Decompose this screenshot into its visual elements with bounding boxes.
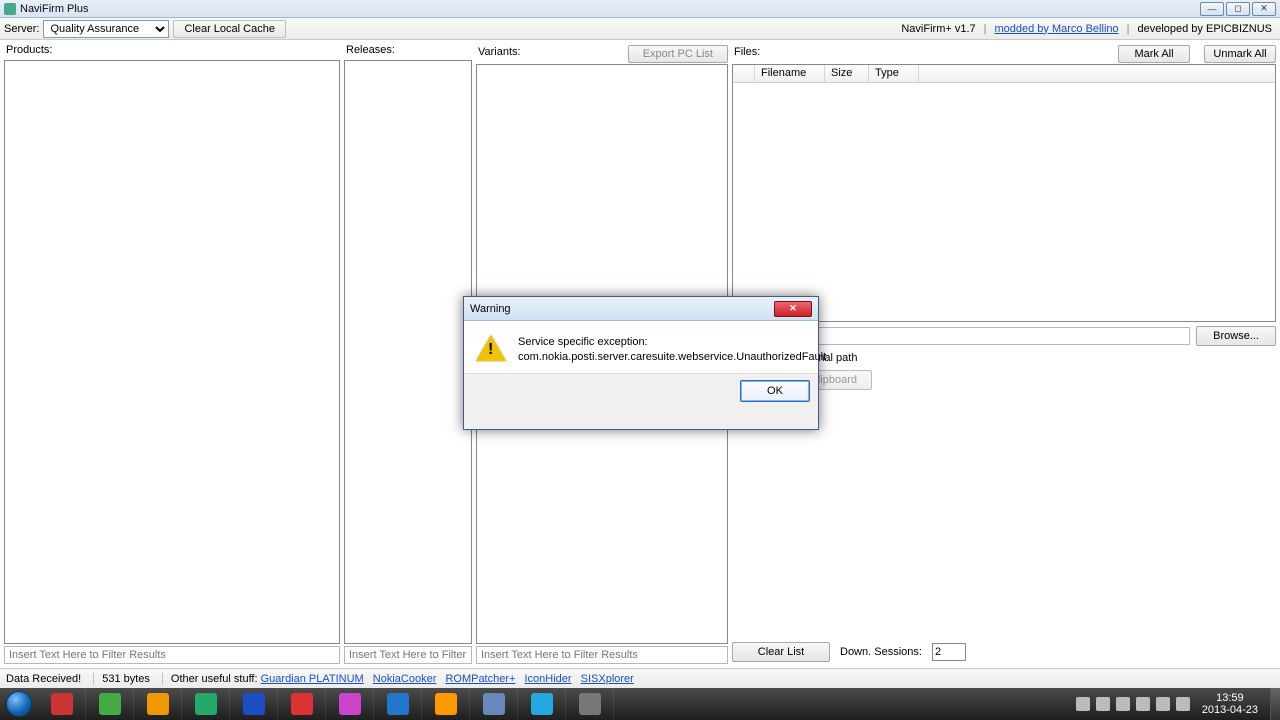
link-guardian[interactable]: Guardian PLATINUM bbox=[261, 673, 364, 685]
checkbox-column[interactable] bbox=[733, 65, 755, 82]
releases-filter[interactable] bbox=[344, 646, 472, 664]
taskbar-app[interactable] bbox=[374, 688, 422, 720]
status-bytes: 531 bytes bbox=[93, 673, 150, 685]
browse-button[interactable]: Browse... bbox=[1196, 326, 1276, 346]
link-iconhider[interactable]: IconHider bbox=[525, 673, 572, 685]
tray-icon[interactable] bbox=[1116, 697, 1130, 711]
modded-by-link[interactable]: modded by Marco Bellino bbox=[995, 23, 1119, 35]
taskbar-app[interactable] bbox=[422, 688, 470, 720]
status-received: Data Received! bbox=[6, 673, 81, 685]
products-filter[interactable] bbox=[4, 646, 340, 664]
dialog-close-button[interactable]: ✕ bbox=[774, 301, 812, 317]
releases-label: Releases: bbox=[344, 44, 472, 60]
taskbar-app[interactable] bbox=[182, 688, 230, 720]
close-button[interactable]: ✕ bbox=[1252, 2, 1276, 16]
filename-header[interactable]: Filename bbox=[755, 65, 825, 82]
developed-by-label: developed by EPICBIZNUS bbox=[1137, 23, 1272, 35]
tray-icon[interactable] bbox=[1076, 697, 1090, 711]
link-nokiacooker[interactable]: NokiaCooker bbox=[373, 673, 437, 685]
maximize-button[interactable]: ◻ bbox=[1226, 2, 1250, 16]
releases-list[interactable] bbox=[344, 60, 472, 644]
taskbar-clock[interactable]: 13:592013-04-23 bbox=[1196, 692, 1264, 716]
type-header[interactable]: Type bbox=[869, 65, 919, 82]
taskbar-app[interactable] bbox=[86, 688, 134, 720]
taskbar: 13:592013-04-23 bbox=[0, 688, 1280, 720]
link-rompatcher[interactable]: ROMPatcher+ bbox=[445, 673, 515, 685]
status-bar: Data Received! 531 bytes Other useful st… bbox=[0, 668, 1280, 688]
taskbar-app[interactable] bbox=[518, 688, 566, 720]
server-select[interactable]: Quality Assurance bbox=[43, 20, 169, 38]
toolbar: Server: Quality Assurance Clear Local Ca… bbox=[0, 18, 1280, 40]
link-sisxplorer[interactable]: SISXplorer bbox=[581, 673, 634, 685]
clear-list-button[interactable]: Clear List bbox=[732, 642, 830, 662]
version-label: NaviFirm+ v1.7 bbox=[901, 23, 975, 35]
dialog-ok-button[interactable]: OK bbox=[740, 380, 810, 402]
taskbar-app[interactable] bbox=[134, 688, 182, 720]
products-label: Products: bbox=[4, 44, 340, 60]
taskbar-app[interactable] bbox=[38, 688, 86, 720]
size-header[interactable]: Size bbox=[825, 65, 869, 82]
minimize-button[interactable]: — bbox=[1200, 2, 1224, 16]
tray-icon[interactable] bbox=[1176, 697, 1190, 711]
taskbar-app[interactable] bbox=[326, 688, 374, 720]
variants-filter[interactable] bbox=[476, 646, 728, 664]
tray-icon[interactable] bbox=[1156, 697, 1170, 711]
system-tray[interactable]: 13:592013-04-23 bbox=[1070, 692, 1270, 716]
show-desktop-button[interactable] bbox=[1270, 688, 1280, 720]
warning-dialog: Warning ✕ ! Service specific exception: … bbox=[463, 296, 819, 430]
status-links: Other useful stuff: Guardian PLATINUM No… bbox=[162, 673, 640, 685]
taskbar-app[interactable] bbox=[230, 688, 278, 720]
files-table[interactable]: Filename Size Type bbox=[732, 64, 1276, 322]
files-label: Files: bbox=[732, 46, 760, 62]
warning-icon: ! bbox=[476, 335, 506, 363]
tray-icon[interactable] bbox=[1136, 697, 1150, 711]
taskbar-app[interactable] bbox=[278, 688, 326, 720]
products-list[interactable] bbox=[4, 60, 340, 644]
mark-all-button[interactable]: Mark All bbox=[1118, 45, 1190, 63]
window-title: NaviFirm Plus bbox=[20, 3, 1200, 15]
taskbar-app[interactable] bbox=[566, 688, 614, 720]
variants-label: Variants: bbox=[476, 46, 521, 62]
sessions-label: Down. Sessions: bbox=[840, 646, 922, 658]
start-button[interactable] bbox=[0, 688, 38, 720]
dialog-title: Warning bbox=[470, 303, 774, 315]
taskbar-app[interactable] bbox=[470, 688, 518, 720]
clear-cache-button[interactable]: Clear Local Cache bbox=[173, 20, 286, 38]
dialog-message: Service specific exception: com.nokia.po… bbox=[518, 335, 826, 365]
server-label: Server: bbox=[4, 23, 39, 35]
unmark-all-button[interactable]: Unmark All bbox=[1204, 45, 1276, 63]
tray-icon[interactable] bbox=[1096, 697, 1110, 711]
sessions-spinner[interactable] bbox=[932, 643, 966, 661]
app-icon bbox=[4, 3, 16, 15]
export-pc-list-button[interactable]: Export PC List bbox=[628, 45, 728, 63]
window-titlebar: NaviFirm Plus — ◻ ✕ bbox=[0, 0, 1280, 18]
